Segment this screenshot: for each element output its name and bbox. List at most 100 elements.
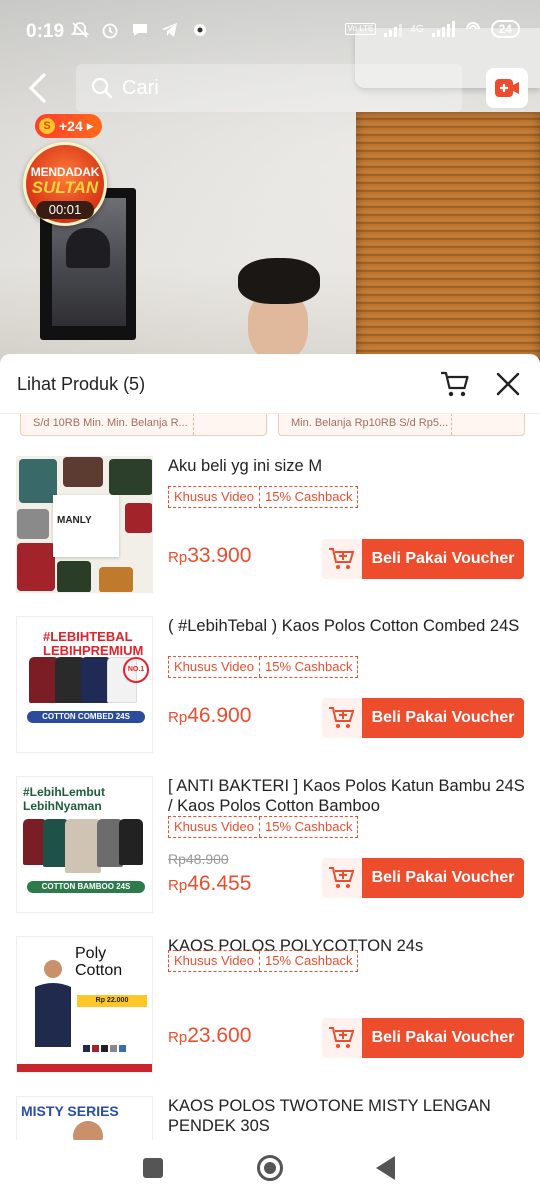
shirt-swatch	[17, 509, 49, 539]
brand-card	[53, 495, 119, 557]
search-bar[interactable]: Cari	[76, 64, 462, 112]
buy-with-voucher-button[interactable]: Beli Pakai Voucher	[362, 858, 524, 898]
cart-plus-icon	[329, 867, 355, 888]
mendadak-sultan-event[interactable]: MENDADAK SULTAN 00:01	[23, 142, 107, 226]
battery-icon: 24	[490, 20, 520, 38]
alarm-icon	[102, 23, 118, 39]
product-thumbnail[interactable]: MISTY SERIES	[16, 1096, 153, 1140]
model-figure	[73, 1121, 103, 1140]
shirt-row	[23, 819, 143, 873]
network-type: 4G	[410, 23, 424, 35]
tag-cashback: 15% Cashback	[265, 659, 353, 674]
product-title: [ ANTI BAKTERI ] Kaos Polos Katun Bambu …	[168, 777, 525, 815]
shirt-swatch	[63, 457, 103, 487]
product-price: Rp23.600	[168, 1024, 251, 1048]
shirt-swatch	[65, 819, 101, 873]
color-swatch	[101, 1045, 108, 1052]
system-navigation-bar	[0, 1140, 540, 1200]
thumb-subheadline: LebihNyaman	[23, 799, 102, 813]
cart-plus-icon	[329, 1027, 355, 1048]
product-price: Rp46.900	[168, 704, 251, 728]
price-value: 46.900	[187, 704, 252, 727]
tag-video-only: Khusus Video	[169, 951, 260, 971]
price-currency: Rp	[168, 709, 188, 726]
product-thumbnail[interactable]: Poly Cotton Rp 22.000	[16, 936, 153, 1073]
price-currency: Rp	[168, 1029, 188, 1046]
buy-with-voucher-button[interactable]: Beli Pakai Voucher	[362, 539, 524, 579]
product-thumbnail[interactable]: #LebihLembut LebihNyaman COTTON BAMBOO 2…	[16, 776, 153, 913]
status-system-icons: Vo LTE 4G 24	[344, 20, 520, 38]
price-value: 46.455	[187, 872, 252, 895]
cart-icon[interactable]	[439, 368, 471, 400]
event-line2: SULTAN	[31, 178, 99, 197]
shirt-swatch	[99, 567, 133, 592]
original-price: Rp48.900	[168, 851, 229, 867]
status-bar: 0:19 Vo LTE 4G 24	[0, 0, 540, 64]
product-sheet: Lihat Produk (5) S/d 10RB Min. Min. Bela…	[0, 354, 540, 1140]
video-add-icon	[495, 79, 519, 97]
tag-cashback: 15% Cashback	[265, 953, 353, 968]
product-item[interactable]: MANLY Aku beli yg ini size M Khusus Vide…	[0, 440, 540, 598]
streamer-hair	[238, 258, 320, 304]
buy-with-voucher-button[interactable]: Beli Pakai Voucher	[362, 698, 524, 738]
voucher-text: S/d 10RB Min. Min. Belanja R...	[33, 417, 188, 429]
live-video-button[interactable]	[486, 68, 528, 108]
thumb-headline: #LebihLembut	[23, 785, 106, 799]
play-triangle-icon: ▶	[86, 120, 94, 131]
close-icon[interactable]	[493, 369, 523, 399]
event-timer: 00:01	[36, 201, 94, 219]
tag-video-only: Khusus Video	[169, 487, 260, 507]
no1-badge-icon: NO.1	[123, 657, 149, 683]
product-title: ( #LebihTebal ) Kaos Polos Cotton Combed…	[168, 617, 520, 635]
product-item[interactable]: MISTY SERIES KAOS POLOS TWOTONE MISTY LE…	[0, 1080, 540, 1140]
product-tags: Khusus Video 15% Cashback	[168, 486, 359, 508]
thumb-band: COTTON COMBED 24S	[27, 711, 145, 723]
voucher-card[interactable]: Min. Belanja Rp10RB S/d Rp5...	[278, 414, 525, 436]
back-triangle-icon[interactable]	[376, 1156, 395, 1180]
product-price: Rp46.455	[168, 872, 251, 896]
coin-reward-badge[interactable]: S +24 ▶	[35, 114, 102, 138]
recent-apps-icon[interactable]	[143, 1158, 163, 1178]
back-arrow-icon[interactable]	[22, 70, 56, 106]
volte-indicator: Vo LTE	[344, 23, 377, 35]
mute-icon	[70, 22, 90, 38]
product-item[interactable]: #LebihLembut LebihNyaman COTTON BAMBOO 2…	[0, 760, 540, 918]
cart-plus-icon	[329, 707, 355, 728]
product-thumbnail[interactable]: MANLY	[16, 456, 153, 593]
product-title: Aku beli yg ini size M	[168, 457, 323, 475]
shirt-swatch	[125, 503, 152, 533]
add-to-cart-button[interactable]	[322, 698, 362, 738]
voucher-card[interactable]: S/d 10RB Min. Min. Belanja R...	[20, 414, 267, 436]
signal-icon-2	[431, 21, 455, 37]
signal-icon	[384, 21, 403, 37]
add-to-cart-button[interactable]	[322, 539, 362, 579]
thumb-footer	[17, 1064, 152, 1072]
color-swatch	[92, 1045, 99, 1052]
status-time: 0:19	[26, 21, 65, 42]
home-icon[interactable]	[257, 1155, 283, 1181]
shirt-row	[29, 657, 137, 703]
shirt-swatch	[109, 459, 152, 495]
search-icon	[91, 77, 113, 99]
product-thumbnail[interactable]: #LEBIHTEBAL LEBIHPREMIUM NO.1 COTTON COM…	[16, 616, 153, 753]
add-to-cart-button[interactable]	[322, 1018, 362, 1058]
thumb-headline: Poly	[75, 945, 107, 962]
product-tags: Khusus Video 15% Cashback	[168, 816, 359, 838]
status-notification-icons	[70, 20, 210, 40]
tag-cashback: 15% Cashback	[265, 819, 353, 834]
buy-with-voucher-button[interactable]: Beli Pakai Voucher	[362, 1018, 524, 1058]
shirt-swatch	[57, 561, 91, 592]
thumb-brand: MANLY	[57, 515, 92, 526]
product-item[interactable]: #LEBIHTEBAL LEBIHPREMIUM NO.1 COTTON COM…	[0, 600, 540, 758]
tag-video-only: Khusus Video	[169, 657, 260, 677]
search-placeholder: Cari	[122, 76, 159, 99]
product-item[interactable]: Poly Cotton Rp 22.000 KAOS POLOS POLYCOT…	[0, 920, 540, 1078]
product-tags: Khusus Video 15% Cashback	[168, 950, 359, 972]
sheet-header: Lihat Produk (5)	[0, 354, 540, 414]
tag-cashback: 15% Cashback	[265, 489, 353, 504]
product-price: Rp33.900	[168, 544, 251, 568]
chat-icon	[133, 24, 147, 36]
color-swatch	[110, 1045, 117, 1052]
price-currency: Rp	[168, 549, 188, 566]
add-to-cart-button[interactable]	[322, 858, 362, 898]
